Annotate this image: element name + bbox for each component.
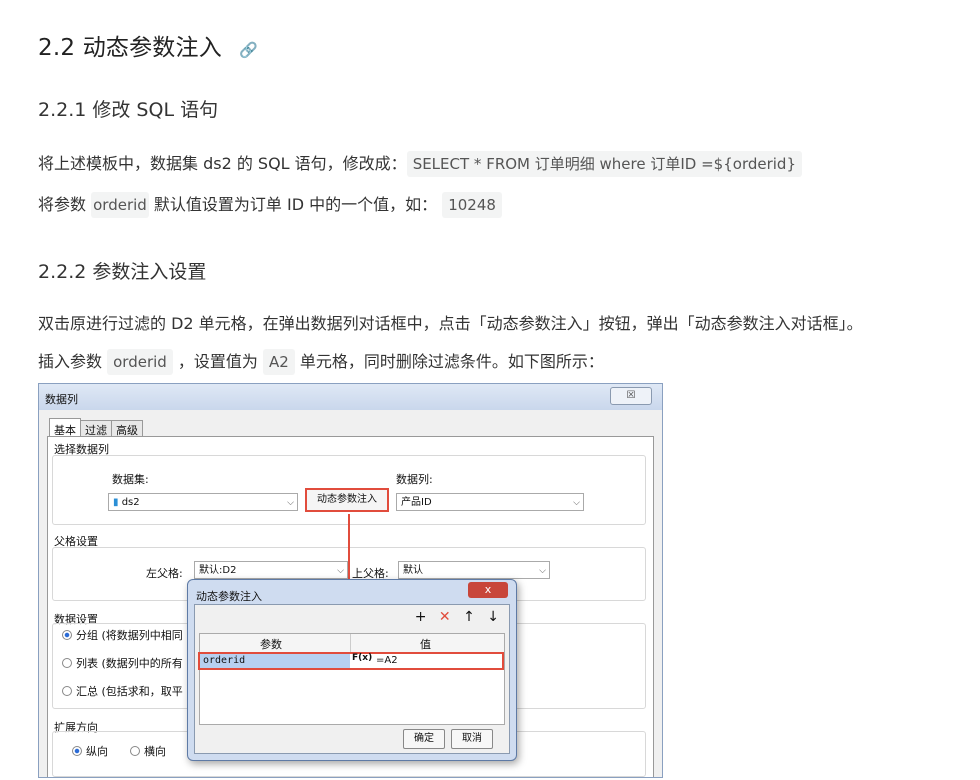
radio-selected-icon — [72, 746, 82, 756]
dialog-screenshot: 数据列 ☒ 基本 过滤 高级 选择数据列 数据集: ▮ ds2 ⌵ 数据列: 产品ID… — [38, 383, 663, 778]
inline-code: SELECT * FROM 订单明细 where 订单ID =${orderid… — [406, 151, 802, 177]
dialog-body: + ✕ ↑ ↓ 参数 值 orderid F(x) =A2 确定 取消 — [194, 604, 510, 754]
column-value: 产品ID — [401, 497, 432, 508]
column-select[interactable]: 产品ID ⌵ — [396, 493, 584, 511]
arrow-line — [348, 514, 350, 586]
link-icon[interactable]: 🔗 — [239, 41, 258, 59]
table-row[interactable]: orderid F(x) =A2 — [198, 652, 504, 670]
radio-selected-icon — [62, 630, 72, 640]
radio-icon — [62, 686, 72, 696]
dialog-close-button[interactable]: x — [468, 582, 508, 598]
chevron-down-icon: ⌵ — [573, 498, 580, 508]
paragraph-default: 将参数 orderid 默认值设置为订单 ID 中的一个值，如： 10248 — [38, 191, 502, 218]
radio-group[interactable]: 分组 (将数据列中相同 — [62, 627, 183, 643]
radio-list[interactable]: 列表 (数据列中的所有 — [62, 655, 183, 671]
chevron-down-icon: ⌵ — [287, 498, 294, 508]
window-titlebar: 数据列 ☒ — [39, 384, 662, 410]
radio-label: 横向 — [144, 745, 166, 758]
param-cell[interactable]: orderid — [203, 655, 245, 666]
inject-param-button[interactable]: 动态参数注入 — [305, 488, 389, 512]
paragraph-text: 将参数 — [38, 195, 87, 214]
paragraph-text: 单元格，同时删除过滤条件。如下图所示： — [299, 352, 604, 371]
paragraph-text: ，设置值为 — [177, 352, 258, 371]
column-header-param: 参数 — [260, 638, 282, 651]
close-button[interactable]: ☒ — [610, 387, 652, 405]
radio-label: 列表 (数据列中的所有 — [76, 657, 183, 670]
cancel-button[interactable]: 取消 — [451, 729, 493, 749]
inline-code: 10248 — [442, 192, 502, 218]
radio-horizontal[interactable]: 横向 — [130, 743, 166, 759]
arrow-down-icon[interactable]: ↓ — [487, 609, 499, 625]
top-parent-value: 默认 — [403, 565, 423, 576]
chevron-down-icon: ⌵ — [539, 566, 546, 576]
value-cell[interactable]: =A2 — [376, 655, 398, 666]
left-parent-value: 默认:D2 — [199, 565, 237, 576]
paragraph-text: 默认值设置为订单 ID 中的一个值，如： — [153, 195, 438, 214]
paragraph-text: 将上述模板中，数据集 ds2 的 SQL 语句，修改成： — [38, 154, 407, 173]
inline-code: A2 — [263, 349, 295, 375]
dialog-title: 动态参数注入 — [196, 590, 262, 603]
radio-icon — [62, 658, 72, 668]
database-icon: ▮ — [113, 497, 119, 508]
add-icon[interactable]: + — [415, 609, 427, 625]
table-header: 参数 值 — [200, 634, 504, 653]
ok-button[interactable]: 确定 — [403, 729, 445, 749]
dataset-select[interactable]: ▮ ds2 ⌵ — [108, 493, 298, 511]
section-heading-text: 2.2 动态参数注入 — [38, 35, 222, 61]
window-title: 数据列 — [45, 393, 78, 406]
inline-code: orderid — [91, 192, 149, 218]
top-parent-select[interactable]: 默认 ⌵ — [398, 561, 550, 579]
column-label: 数据列: — [396, 473, 433, 486]
radio-label: 纵向 — [86, 745, 108, 758]
radio-label: 分组 (将数据列中相同 — [76, 629, 183, 642]
column-header-value: 值 — [420, 638, 431, 651]
left-parent-label: 左父格: — [146, 567, 183, 580]
paragraph-text: 插入参数 — [38, 352, 103, 371]
inline-code: orderid — [107, 349, 173, 375]
dialog-toolbar: + ✕ ↑ ↓ — [407, 609, 499, 625]
column-divider — [350, 634, 351, 652]
inject-dialog: 动态参数注入 x + ✕ ↑ ↓ 参数 值 orderid F(x) =A2 确… — [187, 579, 517, 761]
section-heading: 2.2 动态参数注入 🔗 — [38, 28, 258, 62]
radio-vertical[interactable]: 纵向 — [72, 743, 108, 759]
radio-icon — [130, 746, 140, 756]
radio-sum[interactable]: 汇总 (包括求和，取平 — [62, 683, 183, 699]
arrow-up-icon[interactable]: ↑ — [463, 609, 475, 625]
formula-icon[interactable]: F(x) — [352, 653, 372, 663]
left-parent-select[interactable]: 默认:D2 ⌵ — [194, 561, 348, 579]
subheading-sql: 2.2.1 修改 SQL 语句 — [38, 99, 219, 121]
dataset-value: ds2 — [121, 497, 140, 508]
param-table: 参数 值 orderid F(x) =A2 — [198, 633, 505, 725]
subheading-inject: 2.2.2 参数注入设置 — [38, 261, 207, 283]
paragraph-insert: 插入参数 orderid ，设置值为 A2 单元格，同时删除过滤条件。如下图所示… — [38, 348, 604, 375]
chevron-down-icon: ⌵ — [337, 566, 344, 576]
paragraph-sql: 将上述模板中，数据集 ds2 的 SQL 语句，修改成： SELECT * FRO… — [38, 150, 802, 177]
delete-icon[interactable]: ✕ — [439, 609, 451, 625]
radio-label: 汇总 (包括求和，取平 — [76, 685, 183, 698]
dataset-label: 数据集: — [112, 473, 149, 486]
paragraph-steps: 双击原进行过滤的 D2 单元格，在弹出数据列对话框中，点击「动态参数注入」按钮，… — [38, 314, 863, 333]
